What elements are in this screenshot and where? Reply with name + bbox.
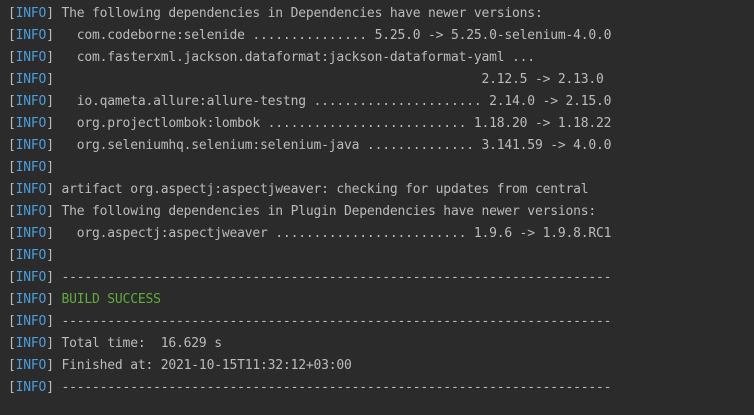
log-line: [INFO] com.fasterxml.jackson.dataformat:…	[8, 47, 754, 69]
log-bracket-close: ]	[46, 28, 62, 43]
log-level-tag: INFO	[15, 72, 47, 87]
log-message: The following dependencies in Plugin Dep…	[61, 204, 597, 219]
log-bracket-open: [	[8, 270, 16, 285]
log-level-tag: INFO	[15, 248, 47, 263]
log-line: [INFO] org.aspectj:aspectjweaver .......…	[8, 223, 754, 245]
log-message: 2.12.5 -> 2.13.0	[61, 72, 604, 87]
log-bracket-close: ]	[46, 6, 62, 21]
log-line: [INFO] Finished at: 2021-10-15T11:32:12+…	[8, 355, 754, 377]
log-message: org.aspectj:aspectjweaver ..............…	[61, 226, 612, 241]
log-message: The following dependencies in Dependenci…	[61, 6, 543, 21]
log-bracket-open: [	[8, 160, 16, 175]
log-bracket-close: ]	[46, 314, 62, 329]
log-level-tag: INFO	[15, 358, 47, 373]
log-level-tag: INFO	[15, 116, 47, 131]
log-bracket-open: [	[8, 248, 16, 263]
log-level-tag: INFO	[15, 160, 47, 175]
log-line: [INFO] ---------------------------------…	[8, 267, 754, 289]
log-level-tag: INFO	[15, 94, 47, 109]
log-message: io.qameta.allure:allure-testng .........…	[61, 94, 612, 109]
log-bracket-open: [	[8, 336, 16, 351]
build-status-message: BUILD SUCCESS	[61, 292, 161, 307]
log-bracket-open: [	[8, 72, 16, 87]
log-level-tag: INFO	[15, 50, 47, 65]
log-bracket-open: [	[8, 314, 16, 329]
log-level-tag: INFO	[15, 292, 47, 307]
log-bracket-open: [	[8, 138, 16, 153]
log-bracket-open: [	[8, 50, 16, 65]
log-message: ----------------------------------------…	[61, 314, 612, 329]
log-message: com.fasterxml.jackson.dataformat:jackson…	[61, 50, 535, 65]
log-bracket-close: ]	[46, 138, 62, 153]
log-bracket-open: [	[8, 204, 16, 219]
log-bracket-close: ]	[46, 182, 62, 197]
log-level-tag: INFO	[15, 226, 47, 241]
log-bracket-close: ]	[46, 270, 62, 285]
log-level-tag: INFO	[15, 204, 47, 219]
log-level-tag: INFO	[15, 28, 47, 43]
log-bracket-open: [	[8, 94, 16, 109]
log-message: Total time: 16.629 s	[61, 336, 222, 351]
log-message: ----------------------------------------…	[61, 270, 612, 285]
log-level-tag: INFO	[15, 182, 47, 197]
log-bracket-close: ]	[46, 248, 62, 263]
log-bracket-close: ]	[46, 94, 62, 109]
log-line: [INFO] artifact org.aspectj:aspectjweave…	[8, 179, 754, 201]
log-bracket-close: ]	[46, 116, 62, 131]
log-message: Finished at: 2021-10-15T11:32:12+03:00	[61, 358, 352, 373]
log-bracket-close: ]	[46, 380, 62, 395]
log-bracket-close: ]	[46, 160, 62, 175]
log-bracket-open: [	[8, 6, 16, 21]
log-line: [INFO] BUILD SUCCESS	[8, 289, 754, 311]
log-bracket-close: ]	[46, 204, 62, 219]
log-message: org.projectlombok:lombok ...............…	[61, 116, 612, 131]
log-bracket-open: [	[8, 226, 16, 241]
log-bracket-close: ]	[46, 292, 62, 307]
log-line: [INFO] ---------------------------------…	[8, 311, 754, 333]
log-line: [INFO] io.qameta.allure:allure-testng ..…	[8, 91, 754, 113]
log-bracket-open: [	[8, 292, 16, 307]
console-output[interactable]: [INFO] The following dependencies in Dep…	[8, 3, 754, 415]
log-level-tag: INFO	[15, 6, 47, 21]
log-line: [INFO] ---------------------------------…	[8, 377, 754, 399]
log-line: [INFO]	[8, 157, 754, 179]
log-message: ----------------------------------------…	[61, 380, 612, 395]
log-message: artifact org.aspectj:aspectjweaver: chec…	[61, 182, 589, 197]
log-line: [INFO] The following dependencies in Dep…	[8, 3, 754, 25]
log-bracket-close: ]	[46, 50, 62, 65]
log-bracket-open: [	[8, 182, 16, 197]
log-bracket-close: ]	[46, 358, 62, 373]
log-level-tag: INFO	[15, 270, 47, 285]
log-line: [INFO] The following dependencies in Plu…	[8, 201, 754, 223]
log-line: [INFO] 2.12.5 -> 2.13.0	[8, 69, 754, 91]
log-level-tag: INFO	[15, 314, 47, 329]
log-bracket-close: ]	[46, 226, 62, 241]
log-message: org.seleniumhq.selenium:selenium-java ..…	[61, 138, 612, 153]
log-bracket-open: [	[8, 358, 16, 373]
log-bracket-open: [	[8, 380, 16, 395]
log-line: [INFO] Total time: 16.629 s	[8, 333, 754, 355]
log-bracket-close: ]	[46, 336, 62, 351]
log-line: [INFO]	[8, 245, 754, 267]
log-bracket-open: [	[8, 116, 16, 131]
log-line: [INFO] com.codeborne:selenide ..........…	[8, 25, 754, 47]
log-bracket-close: ]	[46, 72, 62, 87]
log-level-tag: INFO	[15, 380, 47, 395]
log-level-tag: INFO	[15, 336, 47, 351]
log-bracket-open: [	[8, 28, 16, 43]
log-line: [INFO] org.seleniumhq.selenium:selenium-…	[8, 135, 754, 157]
log-level-tag: INFO	[15, 138, 47, 153]
log-line: [INFO] org.projectlombok:lombok ........…	[8, 113, 754, 135]
log-message: com.codeborne:selenide ............... 5…	[61, 28, 612, 43]
